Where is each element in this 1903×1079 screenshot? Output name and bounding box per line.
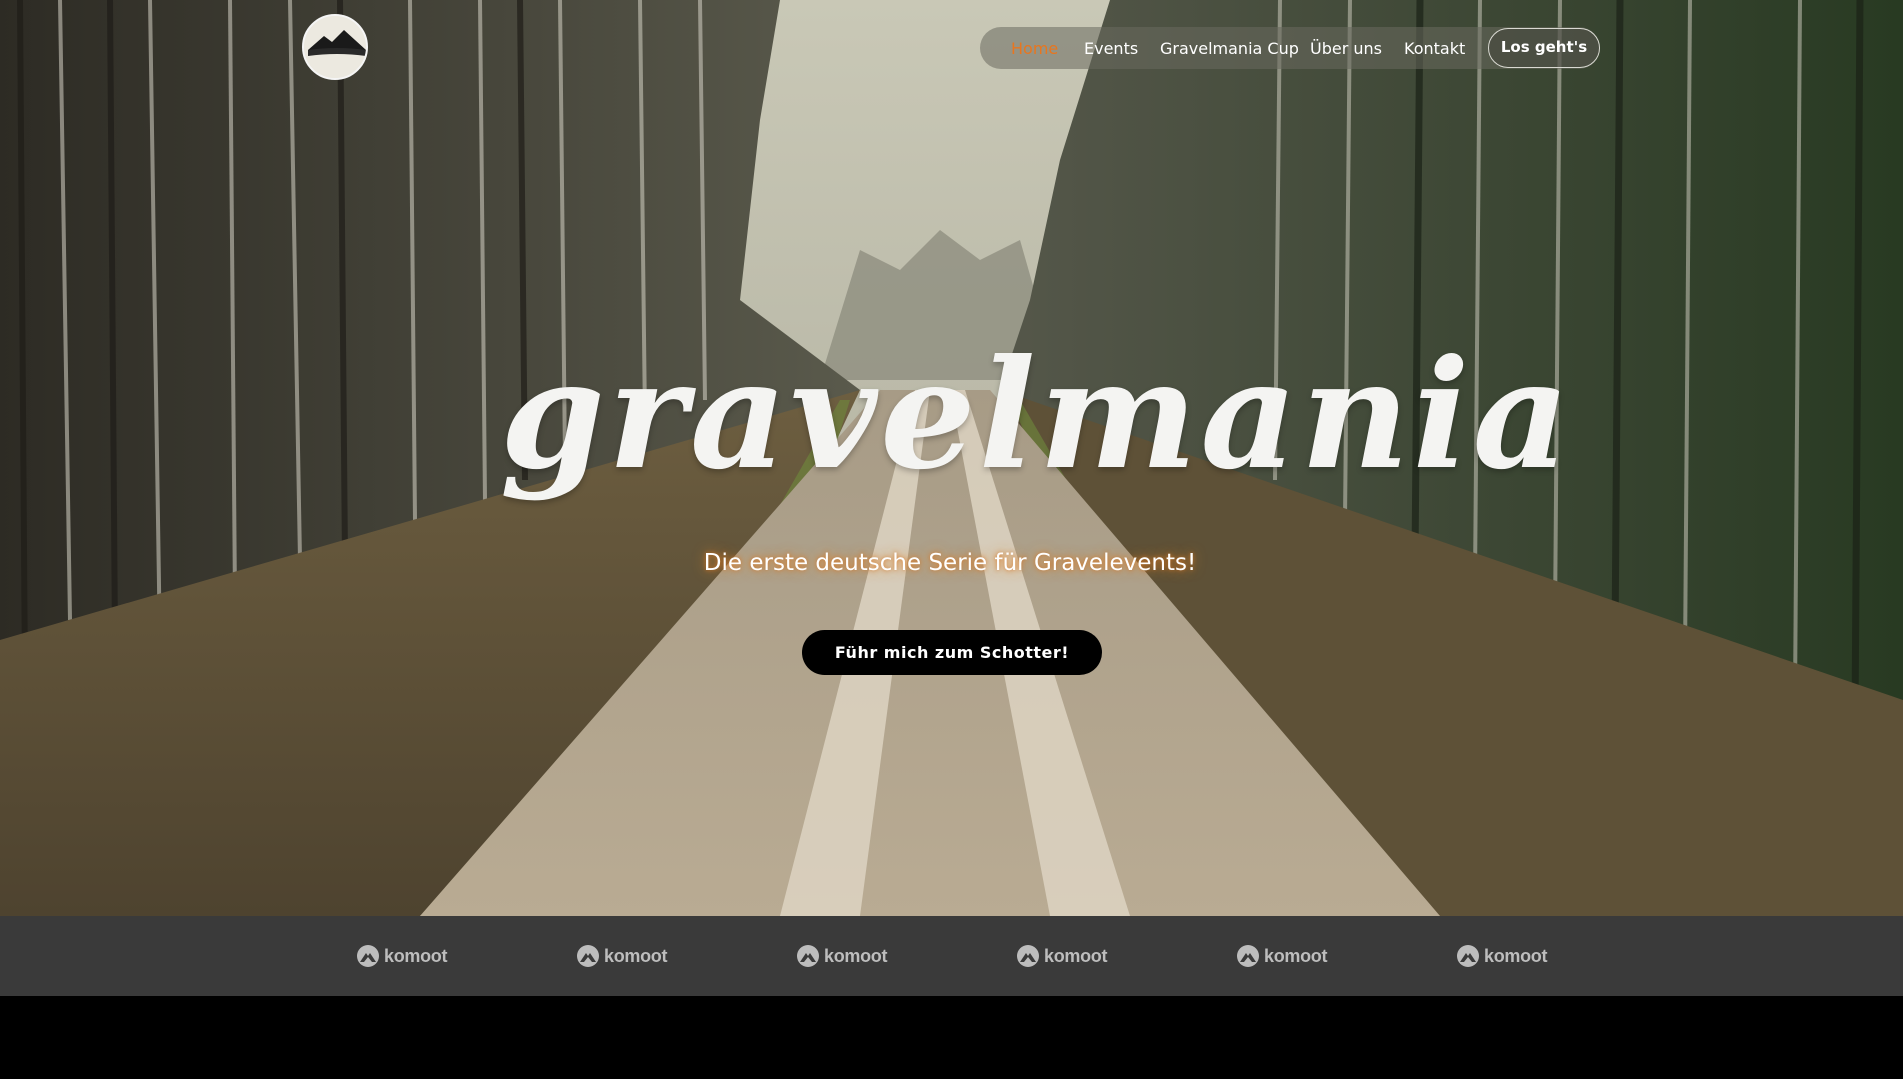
sponsor-logo[interactable]: komoot bbox=[1456, 944, 1548, 968]
sponsor-logo[interactable]: komoot bbox=[1016, 944, 1108, 968]
nav-events[interactable]: Events bbox=[1084, 39, 1138, 58]
komoot-icon bbox=[1017, 945, 1039, 967]
sponsor-strip: komoot komoot komoot komoot komoot komoo… bbox=[0, 916, 1903, 996]
hero-section: Home Events Gravelmania Cup Über uns Kon… bbox=[0, 0, 1903, 916]
site-logo[interactable] bbox=[302, 14, 368, 80]
sponsor-name: komoot bbox=[1264, 945, 1328, 966]
brand-wordmark: gravelmania bbox=[500, 327, 1573, 503]
los-gehts-button[interactable]: Los geht's bbox=[1488, 28, 1600, 68]
komoot-icon bbox=[1457, 945, 1479, 967]
page-bottom-area bbox=[0, 996, 1903, 1079]
sponsor-logo[interactable]: komoot bbox=[356, 944, 448, 968]
sponsor-name: komoot bbox=[824, 945, 888, 966]
komoot-icon bbox=[797, 945, 819, 967]
komoot-icon bbox=[1237, 945, 1259, 967]
nav-ueber-uns[interactable]: Über uns bbox=[1310, 39, 1382, 58]
sponsor-logo[interactable]: komoot bbox=[1236, 944, 1328, 968]
sponsor-name: komoot bbox=[384, 945, 448, 966]
sponsor-name: komoot bbox=[604, 945, 668, 966]
hero-cta-button[interactable]: Führ mich zum Schotter! bbox=[802, 630, 1102, 675]
sponsor-name: komoot bbox=[1484, 945, 1548, 966]
nav-kontakt[interactable]: Kontakt bbox=[1404, 39, 1465, 58]
nav-gravelmania-cup[interactable]: Gravelmania Cup bbox=[1160, 39, 1299, 58]
sponsor-logo[interactable]: komoot bbox=[576, 944, 668, 968]
sponsor-logo[interactable]: komoot bbox=[796, 944, 888, 968]
sponsor-name: komoot bbox=[1044, 945, 1108, 966]
nav-home[interactable]: Home bbox=[1011, 39, 1058, 58]
komoot-icon bbox=[577, 945, 599, 967]
komoot-icon bbox=[357, 945, 379, 967]
hero-tagline: Die erste deutsche Serie für Gravelevent… bbox=[703, 550, 1197, 576]
